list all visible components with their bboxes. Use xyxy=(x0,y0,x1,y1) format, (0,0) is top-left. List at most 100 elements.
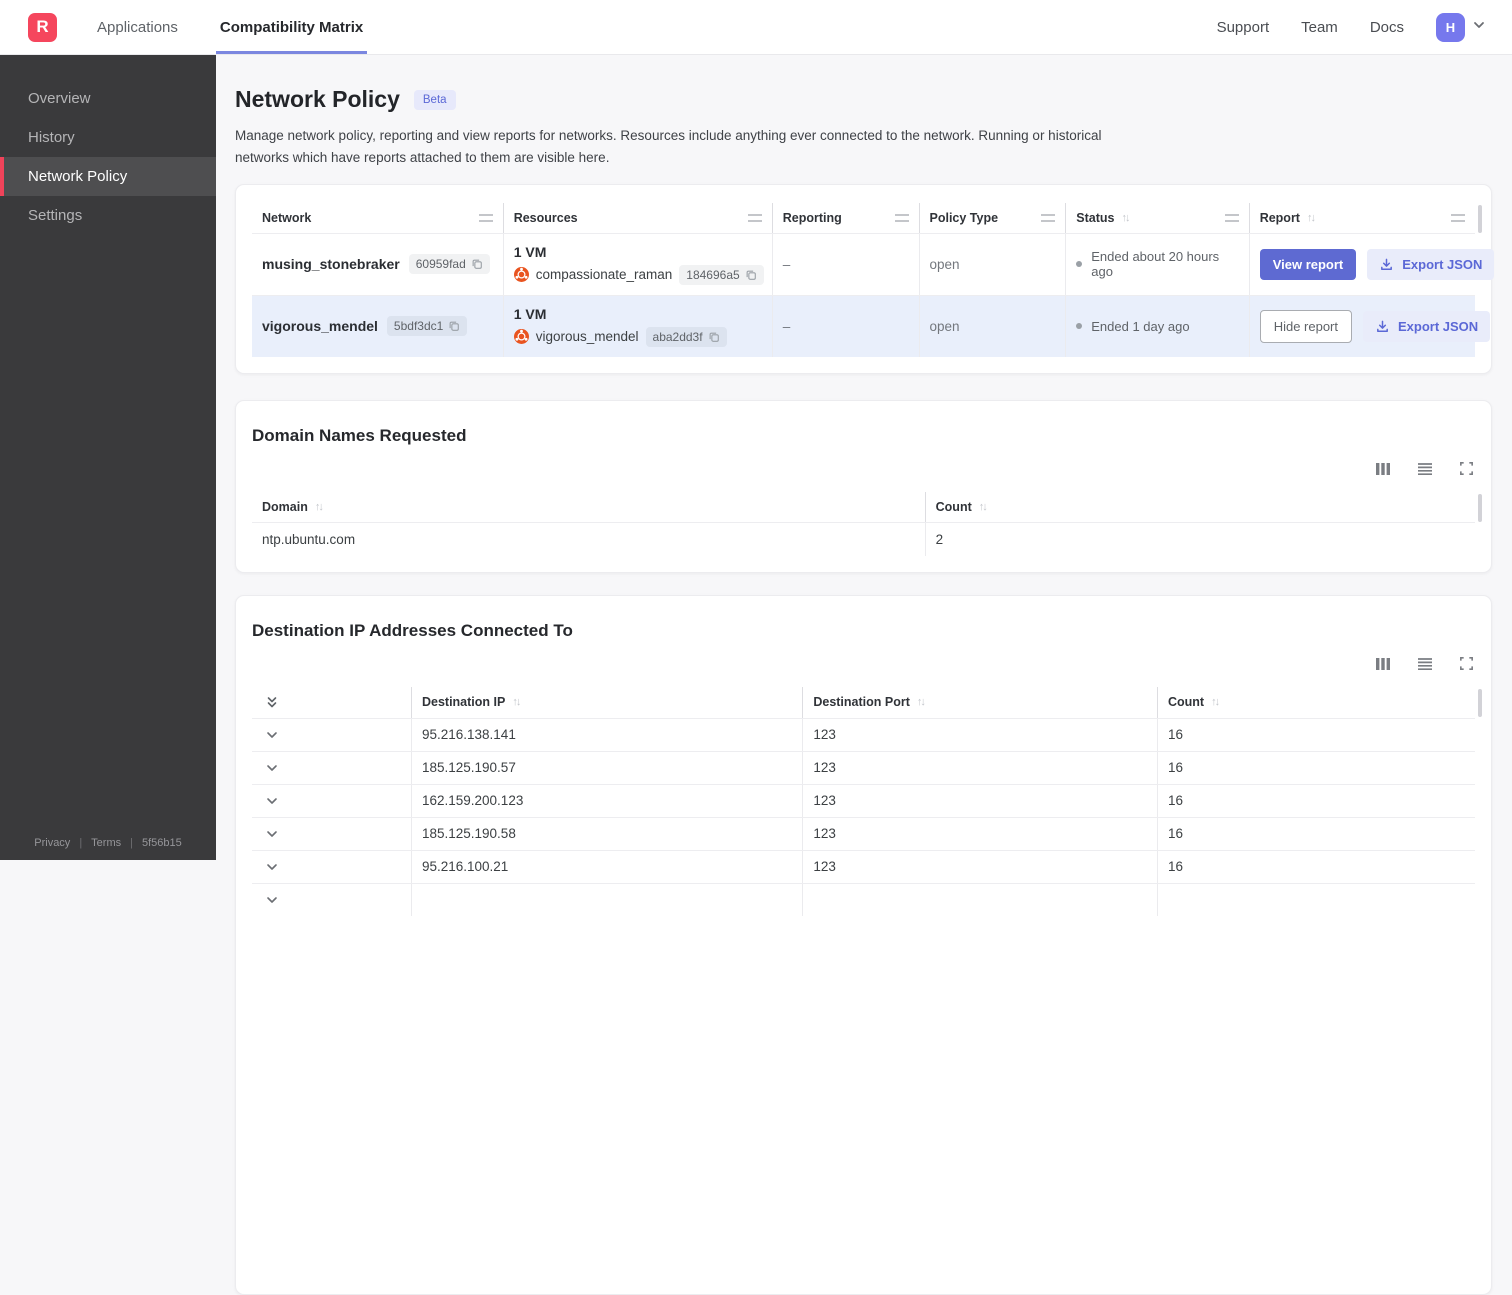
chevron-down-icon xyxy=(265,860,279,874)
column-resize-handle-icon[interactable] xyxy=(748,214,762,222)
destination-port-value: 123 xyxy=(802,818,1157,850)
card-title: Domain Names Requested xyxy=(252,426,1475,446)
column-header-destination-ip[interactable]: Destination IP ↑↓ xyxy=(411,687,802,718)
sidebar-item-network-policy[interactable]: Network Policy xyxy=(0,157,216,196)
sidebar-item-settings[interactable]: Settings xyxy=(0,196,216,235)
column-resize-handle-icon[interactable] xyxy=(479,214,493,222)
rows-icon[interactable] xyxy=(1416,655,1434,673)
column-header-reporting[interactable]: Reporting xyxy=(772,203,919,233)
column-header-count[interactable]: Count ↑↓ xyxy=(1157,687,1475,718)
tab-applications[interactable]: Applications xyxy=(93,0,182,54)
domain-names-card: Domain Names Requested Domain ↑↓ Count ↑… xyxy=(235,400,1492,573)
table-scrollbar[interactable] xyxy=(1478,689,1482,717)
vm-count: 1 VM xyxy=(514,306,547,322)
team-link[interactable]: Team xyxy=(1301,19,1338,36)
column-header-network[interactable]: Network xyxy=(252,203,503,233)
sidebar-item-overview[interactable]: Overview xyxy=(0,79,216,118)
policy-type-value: open xyxy=(919,296,1066,357)
app-logo[interactable]: R xyxy=(28,13,57,42)
count-value: 16 xyxy=(1157,851,1475,883)
expand-row-toggle[interactable] xyxy=(252,851,411,883)
column-header-count[interactable]: Count ↑↓ xyxy=(925,492,1475,522)
table-scrollbar[interactable] xyxy=(1478,205,1482,233)
columns-icon[interactable] xyxy=(1374,460,1392,478)
expand-row-toggle[interactable] xyxy=(252,785,411,817)
column-resize-handle-icon[interactable] xyxy=(1041,214,1055,222)
expand-row-toggle[interactable] xyxy=(252,719,411,751)
column-resize-handle-icon[interactable] xyxy=(895,214,909,222)
sort-icon: ↑↓ xyxy=(1121,212,1128,224)
column-header-domain[interactable]: Domain ↑↓ xyxy=(252,492,925,522)
network-id-chip[interactable]: 5bdf3dc1 xyxy=(387,316,467,336)
count-value: 16 xyxy=(1157,785,1475,817)
user-menu[interactable]: H xyxy=(1436,13,1486,42)
resource-name: vigorous_mendel xyxy=(536,329,639,344)
policy-type-value: open xyxy=(919,234,1066,295)
network-name: musing_stonebraker xyxy=(262,256,400,272)
expand-row-toggle[interactable] xyxy=(252,884,411,916)
sort-icon: ↑↓ xyxy=(917,696,924,708)
sort-icon: ↑↓ xyxy=(979,501,986,513)
column-header-status[interactable]: Status ↑↓ xyxy=(1065,203,1248,233)
terms-link[interactable]: Terms xyxy=(91,837,121,849)
domain-table-header: Domain ↑↓ Count ↑↓ xyxy=(252,492,1475,522)
sort-icon: ↑↓ xyxy=(1211,696,1218,708)
destination-table-header: Destination IP ↑↓ Destination Port ↑↓ Co… xyxy=(252,687,1475,718)
avatar[interactable]: H xyxy=(1436,13,1465,42)
double-chevron-icon xyxy=(265,695,279,710)
fullscreen-icon[interactable] xyxy=(1458,460,1475,477)
download-icon xyxy=(1375,319,1390,334)
beta-badge: Beta xyxy=(414,90,456,110)
destination-ip-value xyxy=(411,884,802,916)
top-nav: R Applications Compatibility Matrix Supp… xyxy=(0,0,1512,55)
rows-icon[interactable] xyxy=(1416,460,1434,478)
page-description: Manage network policy, reporting and vie… xyxy=(235,125,1135,170)
domain-row[interactable]: ntp.ubuntu.com 2 xyxy=(252,522,1475,556)
network-row[interactable]: vigorous_mendel 5bdf3dc1 1 VM vigorous_m… xyxy=(252,295,1475,357)
chevron-down-icon xyxy=(265,893,279,907)
column-header-report[interactable]: Report ↑↓ xyxy=(1249,203,1475,233)
expand-row-toggle[interactable] xyxy=(252,752,411,784)
expand-row-toggle[interactable] xyxy=(252,818,411,850)
docs-link[interactable]: Docs xyxy=(1370,19,1404,36)
count-value: 16 xyxy=(1157,818,1475,850)
destination-row[interactable]: 95.216.100.21 123 16 xyxy=(252,850,1475,883)
chevron-down-icon xyxy=(265,794,279,808)
sort-icon: ↑↓ xyxy=(1307,212,1314,224)
resource-id-chip[interactable]: 184696a5 xyxy=(679,265,763,285)
copy-icon xyxy=(708,331,720,343)
sidebar-item-history[interactable]: History xyxy=(0,118,216,157)
copy-icon xyxy=(745,269,757,281)
column-header-policy-type[interactable]: Policy Type xyxy=(919,203,1066,233)
count-value: 2 xyxy=(925,523,1475,556)
resource-id-chip[interactable]: aba2dd3f xyxy=(646,327,727,347)
count-value xyxy=(1157,884,1475,916)
tab-compatibility-matrix[interactable]: Compatibility Matrix xyxy=(216,0,367,54)
hide-report-button[interactable]: Hide report xyxy=(1260,310,1352,343)
destination-port-value: 123 xyxy=(802,719,1157,751)
column-header-resources[interactable]: Resources xyxy=(503,203,772,233)
network-id-chip[interactable]: 60959fad xyxy=(409,254,490,274)
columns-icon[interactable] xyxy=(1374,655,1392,673)
export-json-button[interactable]: Export JSON xyxy=(1367,249,1494,280)
expand-all-header[interactable] xyxy=(252,687,411,718)
fullscreen-icon[interactable] xyxy=(1458,655,1475,672)
destination-row[interactable]: 185.125.190.57 123 16 xyxy=(252,751,1475,784)
column-resize-handle-icon[interactable] xyxy=(1451,214,1465,222)
privacy-link[interactable]: Privacy xyxy=(34,837,70,849)
network-row[interactable]: musing_stonebraker 60959fad 1 VM compass… xyxy=(252,233,1475,295)
destination-row[interactable]: 185.125.190.58 123 16 xyxy=(252,817,1475,850)
count-value: 16 xyxy=(1157,719,1475,751)
table-scrollbar[interactable] xyxy=(1478,494,1482,522)
destination-row[interactable]: 95.216.138.141 123 16 xyxy=(252,718,1475,751)
column-header-destination-port[interactable]: Destination Port ↑↓ xyxy=(802,687,1157,718)
network-name: vigorous_mendel xyxy=(262,318,378,334)
destination-row[interactable] xyxy=(252,883,1475,916)
destination-row[interactable]: 162.159.200.123 123 16 xyxy=(252,784,1475,817)
destination-ip-value: 185.125.190.57 xyxy=(411,752,802,784)
export-json-button[interactable]: Export JSON xyxy=(1363,311,1490,342)
support-link[interactable]: Support xyxy=(1217,19,1270,36)
view-report-button[interactable]: View report xyxy=(1260,249,1357,280)
status-dot-icon xyxy=(1076,261,1082,267)
column-resize-handle-icon[interactable] xyxy=(1225,214,1239,222)
